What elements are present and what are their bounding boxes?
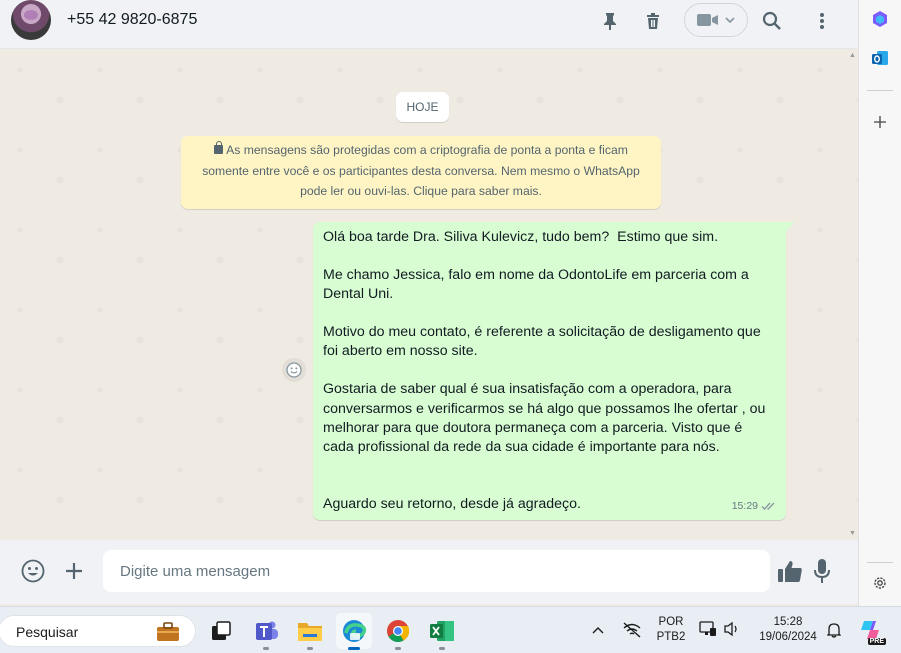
message-time: 15:29 bbox=[731, 499, 758, 512]
message-line: Olá boa tarde Dra. Siliva Kulevicz, tudo… bbox=[323, 229, 719, 245]
volume-icon[interactable] bbox=[722, 620, 742, 638]
emoji-icon bbox=[21, 559, 45, 583]
scroll-up-arrow-icon[interactable]: ▲ bbox=[849, 52, 856, 59]
taskbar-search-label: Pesquisar bbox=[16, 624, 79, 640]
briefcase-icon bbox=[157, 622, 179, 641]
teams-icon bbox=[256, 621, 278, 640]
video-call-button[interactable] bbox=[684, 3, 748, 37]
trash-icon[interactable] bbox=[640, 8, 666, 34]
input-language-indicator[interactable]: POR PTB2 bbox=[652, 615, 690, 645]
react-emoji-button[interactable] bbox=[282, 358, 306, 382]
sidebar-divider bbox=[867, 90, 893, 91]
outlook-sidebar-button[interactable] bbox=[870, 48, 890, 68]
date-separator: HOJE bbox=[396, 92, 449, 122]
encryption-notice[interactable]: As mensagens são protegidas com a cripto… bbox=[181, 136, 661, 209]
show-hidden-icons-button[interactable] bbox=[591, 623, 605, 637]
emoji-button[interactable] bbox=[20, 558, 46, 584]
chevron-up-icon bbox=[592, 627, 604, 634]
taskbar-excel[interactable] bbox=[424, 613, 460, 650]
running-indicator bbox=[439, 647, 445, 650]
message-line bbox=[323, 247, 776, 266]
sidebar-divider bbox=[867, 562, 893, 563]
excel-icon bbox=[430, 621, 454, 641]
edge-icon bbox=[343, 620, 367, 642]
taskbar-edge[interactable] bbox=[336, 613, 372, 650]
message-line: Motivo do meu contato, é referente a sol… bbox=[323, 324, 765, 360]
outgoing-message[interactable]: Olá boa tarde Dra. Siliva Kulevicz, tudo… bbox=[313, 222, 794, 520]
message-meta: 15:29 bbox=[732, 497, 777, 516]
message-line bbox=[323, 476, 776, 495]
running-indicator bbox=[395, 647, 401, 650]
taskbar-chrome[interactable] bbox=[380, 613, 416, 650]
chevron-down-icon bbox=[725, 17, 735, 24]
thumbs-up-icon bbox=[778, 561, 802, 582]
contact-name[interactable]: +55 42 9820-6875 bbox=[67, 11, 197, 29]
message-line bbox=[323, 361, 776, 380]
pin-icon[interactable] bbox=[597, 8, 623, 34]
taskbar-teams[interactable] bbox=[248, 613, 284, 650]
message-line bbox=[323, 457, 776, 476]
smiley-icon bbox=[286, 362, 302, 378]
message-line: Gostaria de saber qual é sua insatisfaçã… bbox=[323, 381, 770, 455]
microphone-icon bbox=[814, 559, 830, 583]
plus-icon bbox=[874, 116, 886, 128]
notifications-bell-icon[interactable] bbox=[825, 621, 843, 639]
preview-badge: PRE bbox=[867, 638, 886, 645]
message-text: Olá boa tarde Dra. Siliva Kulevicz, tudo… bbox=[323, 228, 776, 514]
clock-date: 19/06/2024 bbox=[759, 631, 817, 643]
scroll-down-arrow-icon[interactable]: ▼ bbox=[849, 530, 856, 537]
taskbar-clock[interactable]: 15:28 19/06/2024 bbox=[752, 615, 824, 645]
message-line: Me chamo Jessica, falo em nome da Odonto… bbox=[323, 267, 753, 303]
lock-icon bbox=[214, 141, 224, 154]
plus-icon bbox=[66, 563, 82, 579]
compose-bar bbox=[0, 540, 858, 604]
message-line bbox=[323, 304, 776, 323]
chat-header: +55 42 9820-6875 bbox=[0, 0, 858, 49]
gear-icon bbox=[874, 577, 886, 589]
running-indicator bbox=[307, 647, 313, 650]
message-line: Aguardo seu retorno, desde já agradeço. bbox=[323, 495, 581, 512]
menu-dots-icon[interactable] bbox=[809, 8, 835, 34]
voice-message-button[interactable] bbox=[810, 557, 834, 585]
keyboard-layout: PTB2 bbox=[656, 631, 686, 643]
thumbs-up-button[interactable] bbox=[776, 557, 804, 585]
folder-icon bbox=[298, 623, 322, 641]
search-icon[interactable] bbox=[759, 8, 785, 34]
running-indicator bbox=[263, 647, 269, 650]
double-check-icon bbox=[761, 503, 775, 511]
network-offline-icon[interactable] bbox=[622, 621, 642, 639]
edge-sidebar bbox=[858, 0, 901, 606]
copilot-preview-button[interactable]: PRE bbox=[857, 617, 886, 645]
encryption-notice-text: As mensagens são protegidas com a cripto… bbox=[202, 143, 640, 198]
video-camera-icon bbox=[697, 14, 718, 26]
taskbar-task-view[interactable] bbox=[203, 613, 239, 649]
copilot-sidebar-button[interactable] bbox=[870, 9, 890, 29]
language-code: POR bbox=[658, 616, 684, 628]
windows-taskbar: Pesquisar POR PTB2 15:28 19/06/2024 PRE bbox=[0, 606, 901, 653]
display-icon[interactable] bbox=[698, 620, 718, 638]
add-sidebar-app-button[interactable] bbox=[871, 113, 889, 131]
taskbar-search-box[interactable]: Pesquisar bbox=[0, 615, 196, 647]
active-indicator bbox=[348, 647, 360, 650]
message-input[interactable] bbox=[103, 550, 770, 592]
attach-button[interactable] bbox=[62, 559, 86, 583]
sidebar-settings-button[interactable] bbox=[871, 574, 889, 592]
contact-avatar[interactable] bbox=[11, 0, 51, 40]
task-view-icon bbox=[212, 621, 231, 640]
taskbar-file-explorer[interactable] bbox=[292, 613, 328, 650]
copilot-icon bbox=[873, 11, 887, 27]
outlook-icon bbox=[872, 51, 888, 65]
chrome-icon bbox=[387, 620, 410, 642]
clock-time: 15:28 bbox=[773, 616, 803, 628]
